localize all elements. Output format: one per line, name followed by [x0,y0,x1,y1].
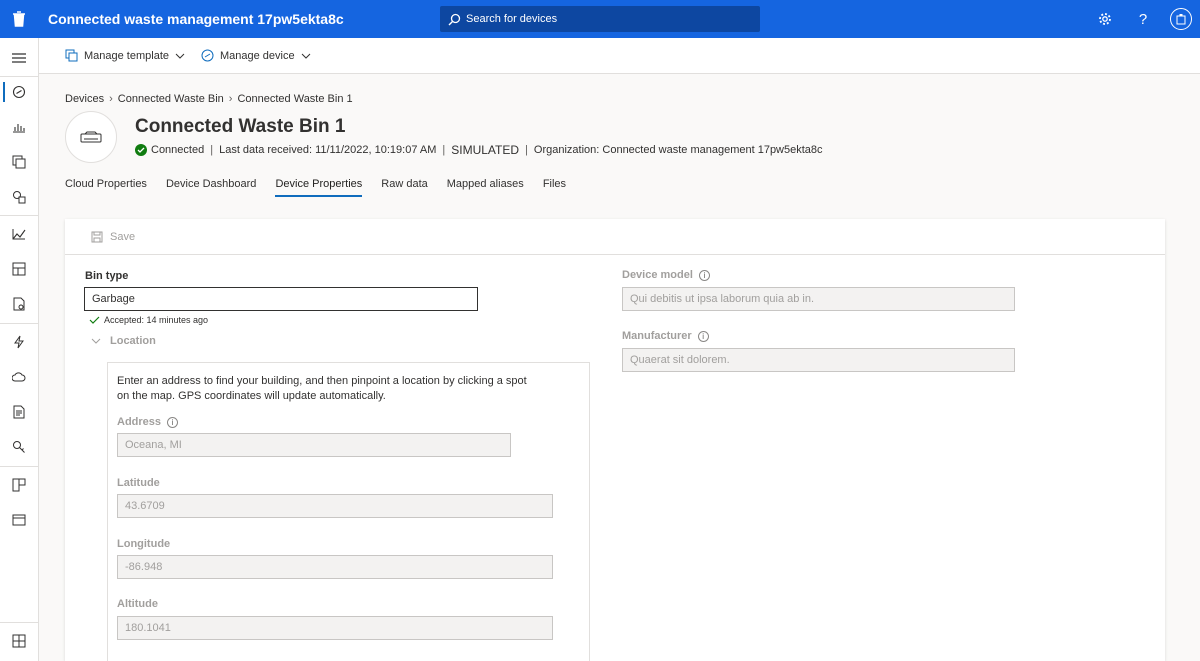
manage-device-button[interactable]: Manage device [201,49,311,62]
longitude-label: Longitude [117,538,171,550]
longitude-input[interactable]: -86.948 [117,555,553,579]
chevron-right-icon: › [109,93,113,105]
device-groups-icon[interactable] [0,144,38,180]
manage-device-label: Manage device [220,49,295,62]
data-export-icon[interactable] [0,359,38,395]
manufacturer-label: Manufacturer i [622,330,709,342]
customization-icon[interactable] [0,502,38,538]
status-badge: Connected [151,144,205,156]
chevron-down-icon [301,53,310,59]
tab-mapped-aliases[interactable]: Mapped aliases [447,178,524,197]
simulated-badge: SIMULATED [451,143,520,157]
checkmark-icon [89,316,100,324]
manage-template-button[interactable]: Manage template [65,49,185,62]
device-icon [201,49,214,62]
info-icon[interactable]: i [698,269,710,281]
chevron-down-icon [175,53,185,59]
tab-cloud-properties[interactable]: Cloud Properties [65,178,147,197]
page-title: Connected Waste Bin 1 [135,116,346,137]
save-icon [91,231,103,242]
address-input[interactable]: Oceana, MI [117,433,511,457]
accepted-text: Accepted: 14 minutes ago [104,315,209,325]
chevron-down-icon [91,338,101,344]
breadcrumb-devices[interactable]: Devices [65,93,104,105]
accepted-status: Accepted: 14 minutes ago [89,315,208,325]
tab-bar: Cloud Properties Device Dashboard Device… [65,178,585,197]
search-placeholder: Search for devices [466,13,558,25]
address-label: Address i [117,416,179,428]
search-icon [448,13,461,25]
avatar[interactable] [1170,8,1192,30]
app-settings-icon[interactable] [0,467,38,503]
tab-raw-data[interactable]: Raw data [381,178,427,197]
permissions-icon[interactable] [0,429,38,465]
location-description: Enter an address to find your building, … [117,375,527,402]
command-bar: Manage template Manage device [39,38,1200,74]
info-icon[interactable]: i [697,330,709,342]
jobs-icon[interactable] [0,286,38,322]
breadcrumb-template[interactable]: Connected Waste Bin [118,93,224,105]
template-icon [65,49,78,62]
last-data-received: Last data received: 11/11/2022, 10:19:07… [219,144,437,156]
manage-template-label: Manage template [84,49,169,62]
manufacturer-input[interactable]: Quaerat sit dolorem. [622,348,1015,372]
breadcrumb: Devices › Connected Waste Bin › Connecte… [65,93,353,105]
location-label: Location [110,335,156,347]
bin-type-input[interactable]: Garbage [84,287,478,311]
latitude-input[interactable]: 43.6709 [117,494,553,518]
tab-files[interactable]: Files [543,178,566,197]
device-status-line: Connected | Last data received: 11/11/20… [135,143,823,157]
device-model-input[interactable]: Qui debitis ut ipsa laborum quia ab in. [622,287,1015,311]
device-model-label: Device model i [622,269,710,281]
trash-bin-icon[interactable] [0,0,38,38]
altitude-input[interactable]: 180.1041 [117,616,553,640]
gear-icon[interactable] [1086,0,1124,38]
hamburger-menu-icon[interactable] [0,40,38,76]
tab-device-dashboard[interactable]: Device Dashboard [166,178,257,197]
left-nav [0,38,39,661]
dashboard-icon[interactable] [0,109,38,145]
help-icon[interactable]: ? [1124,0,1162,38]
tab-device-properties[interactable]: Device Properties [275,178,362,197]
search-input[interactable]: Search for devices [440,6,760,32]
audit-logs-icon[interactable] [0,394,38,430]
dashboards-icon[interactable] [0,251,38,287]
top-bar: Connected waste management 17pw5ekta8c S… [0,0,1200,38]
analytics-icon[interactable] [0,216,38,252]
breadcrumb-current: Connected Waste Bin 1 [237,93,353,105]
save-button[interactable]: Save [110,231,135,243]
altitude-label: Altitude [117,598,158,610]
device-icon [80,131,102,143]
app-title[interactable]: Connected waste management 17pw5ekta8c [48,11,344,27]
iot-central-home-icon[interactable] [0,623,38,659]
info-icon[interactable]: i [167,416,179,428]
panel-toolbar: Save [65,219,1165,255]
device-avatar [65,111,117,163]
chevron-right-icon: › [228,93,233,105]
location-toggle[interactable]: Location [91,335,156,347]
device-templates-icon[interactable] [0,179,38,215]
latitude-label: Latitude [117,477,160,489]
devices-icon[interactable] [0,74,38,110]
bin-type-label: Bin type [85,270,129,282]
organization: Organization: Connected waste management… [533,144,823,156]
rules-icon[interactable] [0,324,38,360]
check-circle-icon [135,144,147,156]
